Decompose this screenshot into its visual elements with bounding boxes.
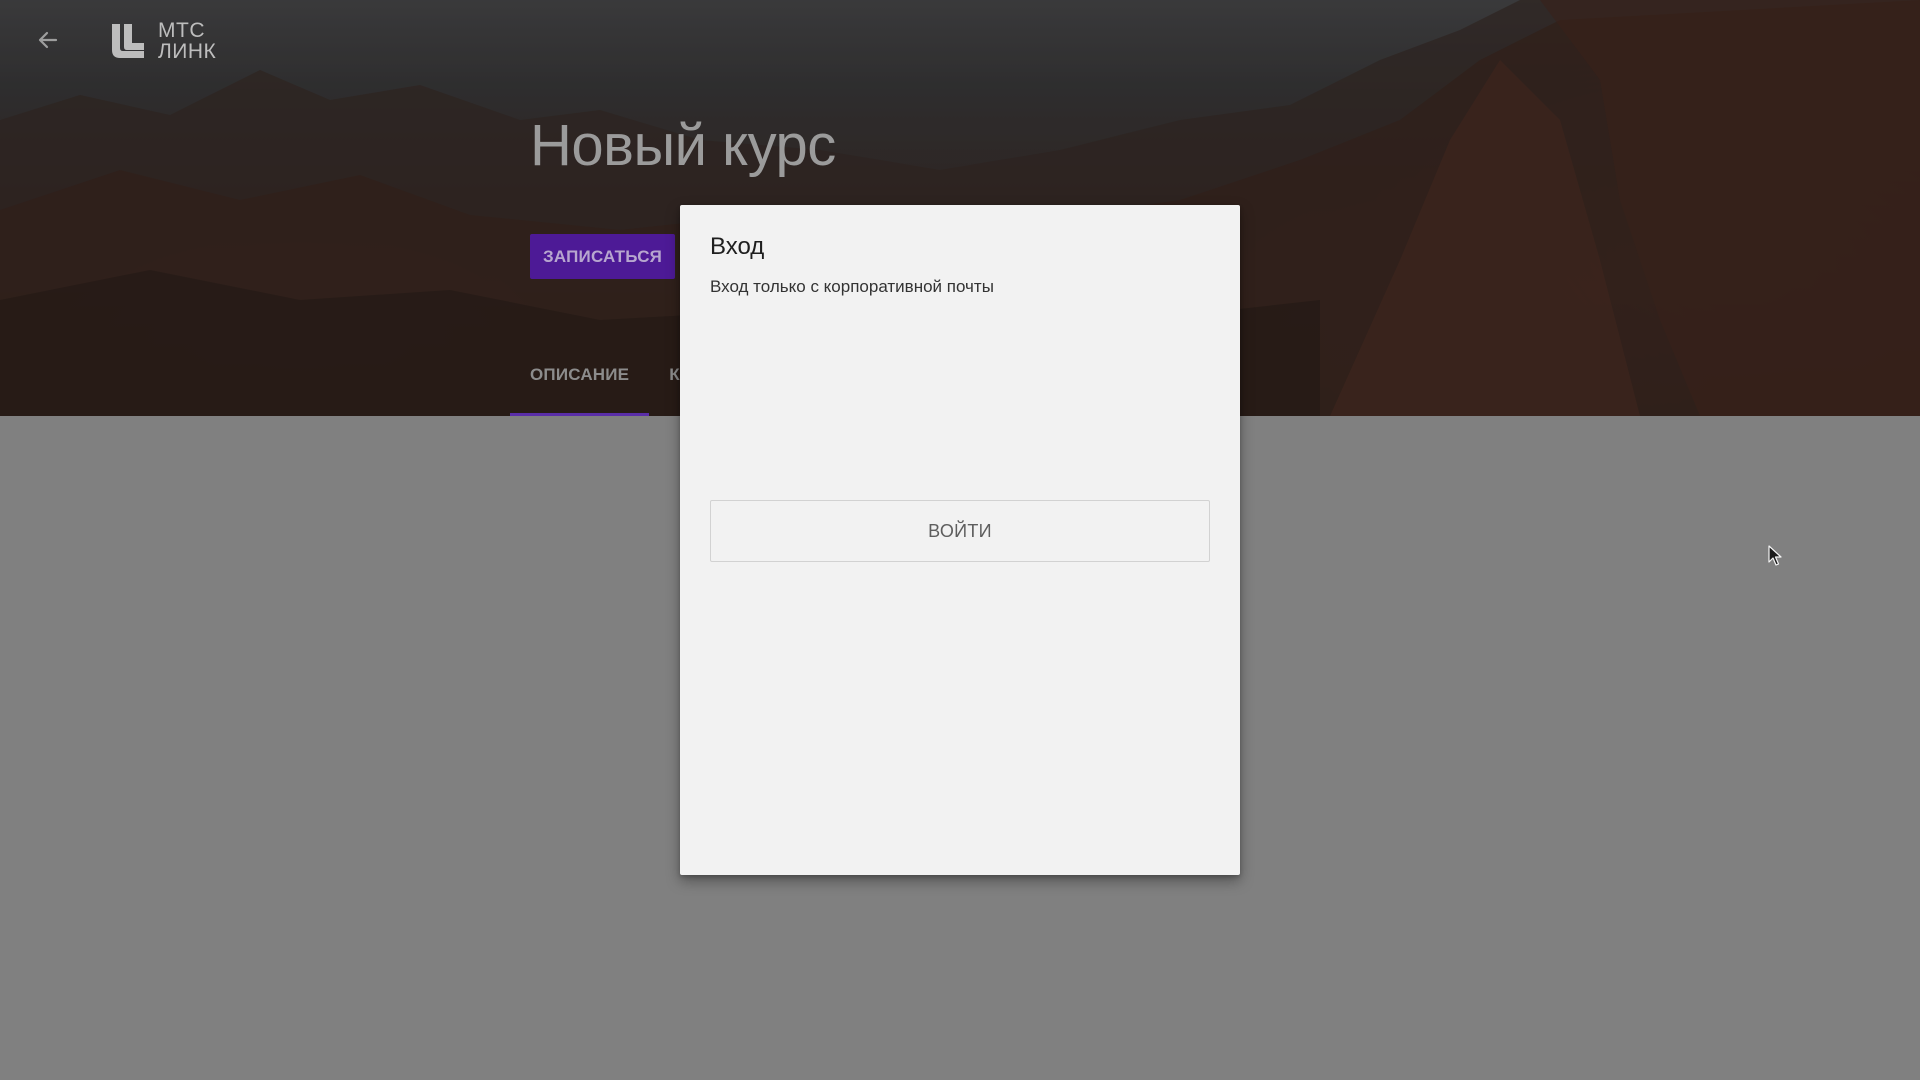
dialog-title: Вход [710, 233, 765, 260]
back-button[interactable] [30, 22, 66, 58]
enroll-button[interactable]: ЗАПИСАТЬСЯ [530, 234, 676, 279]
mts-link-logo[interactable]: МТС ЛИНК [110, 20, 216, 62]
login-button[interactable]: ВОЙТИ [710, 500, 1210, 562]
login-dialog: Вход Вход только с корпоративной почты В… [680, 205, 1240, 875]
mouse-cursor-icon [1768, 545, 1782, 566]
course-title: Новый курс [530, 113, 836, 178]
arrow-left-icon [38, 31, 58, 49]
logo-mark-icon [112, 24, 144, 58]
course-tabs: ОПИСАНИЕ К [510, 350, 700, 416]
logo-line-2: ЛИНК [158, 40, 217, 63]
tab-description[interactable]: ОПИСАНИЕ [510, 350, 650, 416]
logo-text: МТС ЛИНК [158, 20, 216, 62]
logo-line-1: МТС [158, 19, 205, 42]
dialog-subtitle: Вход только с корпоративной почты [710, 277, 994, 296]
